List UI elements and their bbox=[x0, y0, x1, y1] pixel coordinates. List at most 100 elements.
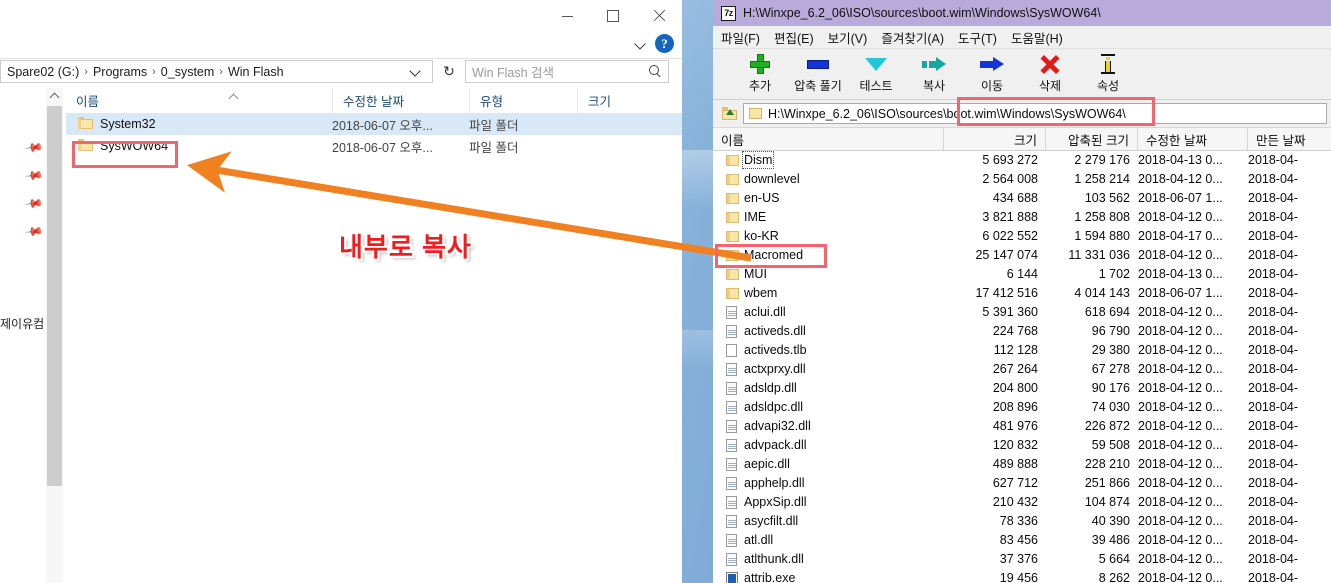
table-row[interactable]: aepic.dll 489 888 228 210 2018-04-12 0... 20… bbox=[713, 455, 1331, 474]
column-header-modified[interactable]: 수정한 날짜 bbox=[1138, 128, 1248, 150]
folder-icon bbox=[726, 155, 739, 166]
table-row[interactable]: advapi32.dll 481 976 226 872 2018-04-12 0..… bbox=[713, 417, 1331, 436]
test-button[interactable]: 테스트 bbox=[847, 49, 905, 94]
table-row[interactable]: adsldp.dll 204 800 90 176 2018-04-12 0... 20… bbox=[713, 379, 1331, 398]
created-date: 2018-04- bbox=[1248, 419, 1299, 433]
table-row[interactable]: IME 3 821 888 1 258 808 2018-04-12 0... 2018… bbox=[713, 208, 1331, 227]
column-header-created[interactable]: 만든 날짜 bbox=[1248, 128, 1331, 150]
column-header-name[interactable]: 이름 bbox=[66, 88, 332, 113]
table-row[interactable]: Macromed 25 147 074 11 331 036 2018-04-12 0… bbox=[713, 246, 1331, 265]
table-row[interactable]: SysWOW64 2018-06-07 오후... 파일 폴더 bbox=[66, 135, 682, 157]
breadcrumb-item-3[interactable]: Win Flash bbox=[228, 65, 284, 79]
table-row[interactable]: apphelp.dll 627 712 251 866 2018-04-12 0...… bbox=[713, 474, 1331, 493]
table-row[interactable]: downlevel 2 564 008 1 258 214 2018-04-12 0.… bbox=[713, 170, 1331, 189]
modified-date: 2018-04-13 0... bbox=[1138, 153, 1223, 167]
copy-label: 복사 bbox=[922, 79, 946, 93]
packed-size: 5 664 bbox=[1098, 552, 1130, 566]
dll-icon bbox=[726, 306, 737, 319]
add-button[interactable]: 추가 bbox=[731, 49, 789, 94]
file-name: activeds.dll bbox=[744, 324, 806, 338]
delete-button[interactable]: 삭제 bbox=[1021, 49, 1079, 94]
breadcrumb-item-1[interactable]: Programs bbox=[93, 65, 147, 79]
file-icon bbox=[726, 344, 737, 357]
menu-favorites[interactable]: 즐겨찾기(A) bbox=[881, 28, 944, 47]
add-label: 추가 bbox=[748, 79, 772, 93]
table-row[interactable]: adsldpc.dll 208 896 74 030 2018-04-12 0... 2… bbox=[713, 398, 1331, 417]
search-icon[interactable] bbox=[649, 65, 662, 78]
table-row[interactable]: AppxSip.dll 210 432 104 874 2018-04-12 0...… bbox=[713, 493, 1331, 512]
table-row[interactable]: advpack.dll 120 832 59 508 2018-04-12 0... 2… bbox=[713, 436, 1331, 455]
column-header-size[interactable]: 크기 bbox=[577, 88, 682, 113]
up-folder-icon[interactable] bbox=[719, 104, 739, 124]
file-name: aclui.dll bbox=[744, 305, 786, 319]
menu-view[interactable]: 보기(V) bbox=[828, 28, 868, 47]
minimize-icon[interactable] bbox=[544, 0, 590, 32]
table-row[interactable]: activeds.dll 224 768 96 790 2018-04-12 0...… bbox=[713, 322, 1331, 341]
extract-button[interactable]: 압축 풀기 bbox=[789, 49, 847, 94]
table-row[interactable]: wbem 17 412 516 4 014 143 2018-06-07 1... 20… bbox=[713, 284, 1331, 303]
breadcrumb-separator: › bbox=[152, 65, 156, 78]
column-header-size[interactable]: 크기 bbox=[944, 128, 1046, 150]
breadcrumb-separator: › bbox=[219, 65, 223, 78]
folder-icon bbox=[726, 174, 739, 185]
packed-size: 1 258 214 bbox=[1074, 172, 1130, 186]
packed-size: 90 176 bbox=[1091, 381, 1130, 395]
path-input[interactable]: H:\Winxpe_6.2_06\ISO\sources\boot.wim\Wi… bbox=[743, 103, 1327, 124]
modified-date: 2018-04-13 0... bbox=[1138, 267, 1223, 281]
menu-help[interactable]: 도움말(H) bbox=[1011, 28, 1063, 47]
explorer-scrollbar[interactable] bbox=[46, 88, 63, 583]
test-label: 테스트 bbox=[859, 79, 893, 93]
maximize-icon[interactable] bbox=[590, 0, 636, 32]
delete-x-icon bbox=[1040, 52, 1060, 76]
created-date: 2018-04- bbox=[1248, 438, 1299, 452]
properties-button[interactable]: 속성 bbox=[1079, 49, 1137, 94]
sevenzip-menubar: 파일(F) 편집(E) 보기(V) 즐겨찾기(A) 도구(T) 도움말(H) bbox=[713, 26, 1331, 49]
pin-icon[interactable]: 📌 bbox=[24, 221, 44, 241]
breadcrumb-item-0[interactable]: Spare02 (G:) bbox=[7, 65, 79, 79]
table-row[interactable]: MUI 6 144 1 702 2018-04-13 0... 2018-04- bbox=[713, 265, 1331, 284]
pin-icon[interactable]: 📌 bbox=[24, 165, 44, 185]
file-type: 파일 폴더 bbox=[469, 118, 519, 133]
sevenzip-title-bar: 7z H:\Winxpe_6.2_06\ISO\sources\boot.wim… bbox=[713, 0, 1331, 26]
packed-size: 8 262 bbox=[1098, 571, 1130, 583]
sevenzip-column-headers: 이름 크기 압축된 크기 수정한 날짜 만든 날짜 bbox=[713, 128, 1331, 151]
table-row[interactable]: asycfilt.dll 78 336 40 390 2018-04-12 0... 2… bbox=[713, 512, 1331, 531]
created-date: 2018-04- bbox=[1248, 457, 1299, 471]
menu-file[interactable]: 파일(F) bbox=[721, 28, 760, 47]
move-button[interactable]: 이동 bbox=[963, 49, 1021, 94]
menu-edit[interactable]: 편집(E) bbox=[774, 28, 814, 47]
refresh-icon[interactable]: ↻ bbox=[441, 62, 457, 80]
sevenzip-title-text: H:\Winxpe_6.2_06\ISO\sources\boot.wim\Wi… bbox=[743, 6, 1101, 20]
dll-icon bbox=[726, 439, 737, 452]
table-row[interactable]: actxprxy.dll 267 264 67 278 2018-04-12 0...… bbox=[713, 360, 1331, 379]
table-row[interactable]: activeds.tlb 112 128 29 380 2018-04-12 0...… bbox=[713, 341, 1331, 360]
file-size: 434 688 bbox=[992, 191, 1038, 205]
search-input[interactable]: Win Flash 검색 bbox=[465, 60, 669, 83]
nav-pane-label[interactable]: 제이유컴 bbox=[0, 315, 44, 332]
help-icon[interactable]: ? bbox=[655, 34, 674, 53]
table-row[interactable]: en-US 434 688 103 562 2018-06-07 1... 2018-0… bbox=[713, 189, 1331, 208]
table-row[interactable]: System32 2018-06-07 오후... 파일 폴더 bbox=[66, 113, 682, 135]
copy-button[interactable]: 복사 bbox=[905, 49, 963, 94]
breadcrumb-item-2[interactable]: 0_system bbox=[161, 65, 215, 79]
column-header-packed-size[interactable]: 압축된 크기 bbox=[1046, 128, 1138, 150]
scroll-up-icon[interactable] bbox=[46, 88, 63, 105]
pin-icon[interactable]: 📌 bbox=[24, 193, 44, 213]
column-header-name[interactable]: 이름 bbox=[713, 128, 944, 150]
ribbon-expand-chevron-down-icon[interactable] bbox=[635, 38, 647, 50]
scrollbar-thumb[interactable] bbox=[47, 106, 62, 486]
modified-date: 2018-04-12 0... bbox=[1138, 343, 1223, 357]
table-row[interactable]: ko-KR 6 022 552 1 594 880 2018-04-17 0... 20… bbox=[713, 227, 1331, 246]
close-icon[interactable] bbox=[636, 0, 682, 32]
menu-tools[interactable]: 도구(T) bbox=[958, 28, 997, 47]
column-header-date[interactable]: 수정한 날짜 bbox=[332, 88, 469, 113]
table-row[interactable]: Dism 5 693 272 2 279 176 2018-04-13 0... 201… bbox=[713, 151, 1331, 170]
table-row[interactable]: atl.dll 83 456 39 486 2018-04-12 0... 2018-0… bbox=[713, 531, 1331, 550]
table-row[interactable]: aclui.dll 5 391 360 618 694 2018-04-12 0...… bbox=[713, 303, 1331, 322]
table-row[interactable]: attrib.exe 19 456 8 262 2018-04-12 0... 2018… bbox=[713, 569, 1331, 583]
column-header-type[interactable]: 유형 bbox=[469, 88, 577, 113]
breadcrumb[interactable]: Spare02 (G:) › Programs › 0_system › Win… bbox=[0, 60, 433, 83]
pin-icon[interactable]: 📌 bbox=[24, 137, 44, 157]
created-date: 2018-04- bbox=[1248, 324, 1299, 338]
table-row[interactable]: atlthunk.dll 37 376 5 664 2018-04-12 0... 20… bbox=[713, 550, 1331, 569]
